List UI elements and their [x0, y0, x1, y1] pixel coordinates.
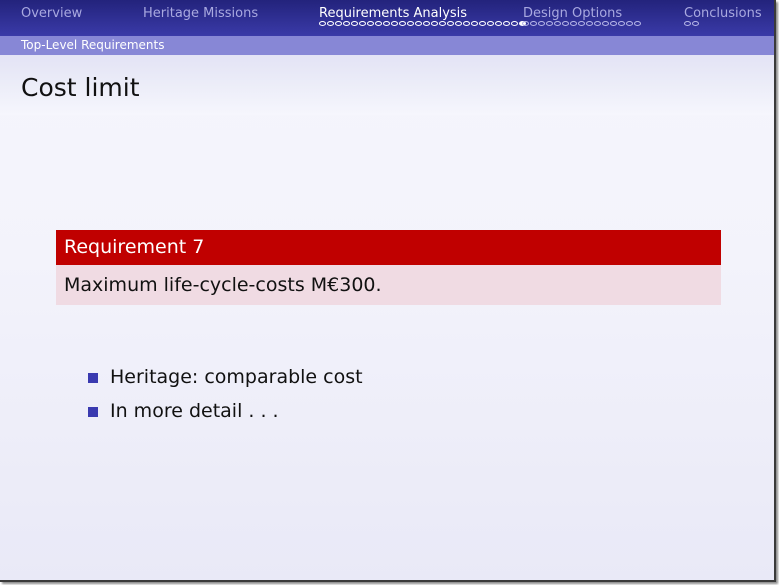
frame-dot-icon[interactable] [692, 21, 699, 26]
frame-dot-icon[interactable] [522, 21, 529, 26]
frame-dot-icon[interactable] [594, 21, 601, 26]
frame-dot-icon[interactable] [586, 21, 593, 26]
frame-dot-icon[interactable] [447, 21, 454, 26]
frame-dot-icon[interactable] [684, 21, 691, 26]
nav-frame-dots-conclusions [684, 21, 699, 31]
list-item: In more detail . . . [88, 398, 363, 432]
frame-title-bar: Cost limit [0, 55, 774, 115]
frame-dot-icon[interactable] [399, 21, 406, 26]
frame-dot-icon[interactable] [455, 21, 462, 26]
list-item-text: Heritage: comparable cost [110, 366, 363, 388]
frame-dot-icon[interactable] [570, 21, 577, 26]
frame-dot-icon[interactable] [618, 21, 625, 26]
frame-dot-icon[interactable] [391, 21, 398, 26]
bullet-list: Heritage: comparable cost In more detail… [88, 364, 363, 432]
frame-dot-icon[interactable] [359, 21, 366, 26]
frame-dot-icon[interactable] [578, 21, 585, 26]
frame-dot-icon[interactable] [530, 21, 537, 26]
frame-dot-icon[interactable] [327, 21, 334, 26]
frame-dot-icon[interactable] [602, 21, 609, 26]
frame-dot-icon[interactable] [319, 21, 326, 26]
nav-section-conclusions[interactable]: Conclusions [684, 6, 762, 22]
frame-dot-icon[interactable] [471, 21, 478, 26]
frame-dot-icon[interactable] [343, 21, 350, 26]
list-item-text: In more detail . . . [110, 400, 279, 422]
subsection-bar: Top-Level Requirements [0, 36, 774, 55]
frame-dot-icon[interactable] [335, 21, 342, 26]
requirement-block: Requirement 7 Maximum life-cycle-costs M… [56, 230, 721, 305]
list-item: Heritage: comparable cost [88, 364, 363, 398]
nav-section-overview[interactable]: Overview [21, 6, 82, 22]
frame-dot-icon[interactable] [495, 21, 502, 26]
frame-dot-icon[interactable] [610, 21, 617, 26]
nav-section-requirements-analysis[interactable]: Requirements Analysis [319, 6, 467, 22]
frame-dot-icon[interactable] [431, 21, 438, 26]
frame-dot-icon[interactable] [487, 21, 494, 26]
requirement-block-body: Maximum life-cycle-costs M€300. [56, 265, 721, 305]
nav-section-heritage-missions[interactable]: Heritage Missions [143, 6, 258, 22]
section-navigation-bar: Overview Heritage Missions Requirements … [0, 0, 774, 36]
frame-dot-icon[interactable] [439, 21, 446, 26]
frame-dot-icon[interactable] [546, 21, 553, 26]
frame-dot-icon[interactable] [351, 21, 358, 26]
square-bullet-icon [88, 407, 98, 417]
frame-dot-icon[interactable] [375, 21, 382, 26]
frame-dot-icon[interactable] [463, 21, 470, 26]
frame-dot-icon[interactable] [538, 21, 545, 26]
frame-dot-icon[interactable] [423, 21, 430, 26]
frame-dot-icon[interactable] [383, 21, 390, 26]
slide: Overview Heritage Missions Requirements … [0, 0, 776, 582]
frame-dot-icon[interactable] [634, 21, 641, 26]
frame-dot-icon[interactable] [562, 21, 569, 26]
subsection-label[interactable]: Top-Level Requirements [21, 38, 165, 53]
requirement-block-heading: Requirement 7 [56, 230, 721, 265]
nav-frame-dots-design-options [522, 21, 641, 31]
frame-dot-icon[interactable] [479, 21, 486, 26]
frame-dot-icon[interactable] [626, 21, 633, 26]
nav-section-design-options[interactable]: Design Options [523, 6, 622, 22]
frame-dot-icon[interactable] [554, 21, 561, 26]
frame-dot-icon[interactable] [503, 21, 510, 26]
square-bullet-icon [88, 373, 98, 383]
frame-title: Cost limit [21, 73, 140, 102]
frame-dot-icon[interactable] [511, 21, 518, 26]
frame-dot-icon[interactable] [415, 21, 422, 26]
nav-frame-dots-requirements-analysis [319, 21, 526, 31]
frame-dot-icon[interactable] [407, 21, 414, 26]
frame-dot-icon[interactable] [367, 21, 374, 26]
